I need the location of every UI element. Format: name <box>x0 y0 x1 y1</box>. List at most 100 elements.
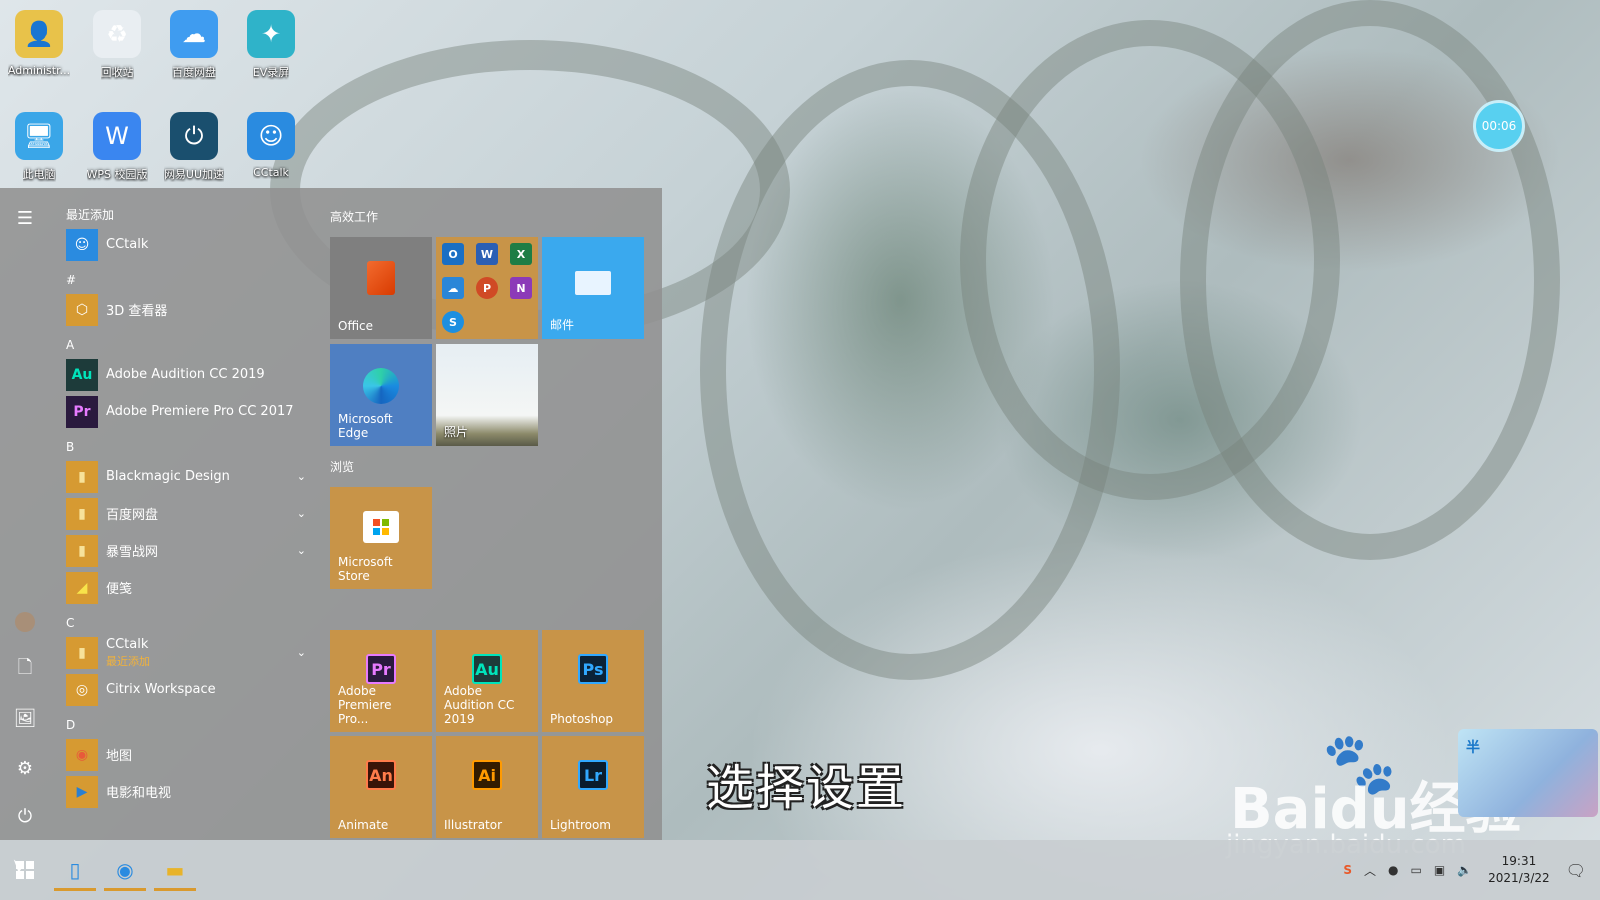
app-label: CCtalk 最近添加 <box>106 637 150 669</box>
section-letter[interactable]: # <box>58 263 314 291</box>
app-list-item[interactable]: ▮ 百度网盘 ⌄ <box>58 495 314 532</box>
app-name: 暴雪战网 <box>106 545 159 560</box>
video-subtitle: 选择设置 <box>706 760 907 816</box>
desktop-icon-label: 此电脑 <box>22 168 56 181</box>
app-name: Adobe Premiere Pro CC 2017 <box>106 404 294 419</box>
app-list-item[interactable]: ▮ CCtalk 最近添加 ⌄ <box>58 634 314 671</box>
chevron-down-icon[interactable]: ⌄ <box>297 507 306 520</box>
word-icon: W <box>476 243 498 265</box>
tile-label: Adobe Audition CC 2019 <box>444 684 515 726</box>
tile-label: 邮件 <box>550 318 575 332</box>
tile-store[interactable]: Microsoft Store <box>330 487 432 589</box>
app-list-item[interactable]: ▮ Blackmagic Design ⌄ <box>58 458 314 495</box>
desktop-icon-item[interactable]: ☺ CCtalk <box>232 102 310 188</box>
qq-icon[interactable]: ● <box>1388 863 1398 877</box>
documents-icon[interactable]: 🗋 <box>0 650 50 690</box>
section-letter[interactable]: A <box>58 328 314 356</box>
ev-recorder-icon: ✦ <box>247 10 295 58</box>
chevron-down-icon[interactable]: ⌄ <box>297 470 306 483</box>
taskbar-app-browser[interactable]: ◉ <box>100 849 150 891</box>
tile-label: Microsoft Edge <box>338 412 393 440</box>
citrix-icon: ◎ <box>66 673 98 706</box>
volume-icon[interactable]: 🔈 <box>1457 863 1472 877</box>
power-icon[interactable]: ⏻ <box>0 796 50 836</box>
app-list-item[interactable]: ⬡ 3D 查看器 <box>58 291 314 328</box>
tile-label: Photoshop <box>550 712 614 726</box>
tile-edge[interactable]: Microsoft Edge <box>330 344 432 446</box>
pictures-icon[interactable]: 🖼 <box>0 698 50 738</box>
animate-icon: An <box>366 760 396 790</box>
desktop-icon-item[interactable]: ⏻ 网易UU加速 <box>155 102 233 188</box>
wallpaper-ring <box>700 60 1120 680</box>
chevron-down-icon[interactable]: ⌄ <box>297 544 306 557</box>
app-label: 百度网盘 <box>106 504 158 523</box>
input-method-icon[interactable]: S <box>1343 863 1352 877</box>
photoshop-icon: Ps <box>578 654 608 684</box>
tile-photoshop[interactable]: Ps Photoshop <box>542 630 644 732</box>
powerpoint-icon: P <box>476 277 498 299</box>
app-list-item[interactable]: ◎ Citrix Workspace <box>58 671 314 708</box>
lightroom-icon: Lr <box>578 760 608 790</box>
desktop-icon-label: WPS 校园版 <box>86 168 148 181</box>
tile-office[interactable]: Office <box>330 237 432 339</box>
battery-icon[interactable]: ▭ <box>1411 863 1422 877</box>
tile-premiere[interactable]: Pr Adobe Premiere Pro... <box>330 630 432 732</box>
phone-icon: ▯ <box>69 858 81 882</box>
desktop-icon-item[interactable]: ✦ EV录屏 <box>232 0 310 86</box>
folder-icon: ▮ <box>66 460 98 493</box>
desktop-icon-item[interactable]: W WPS 校园版 <box>78 102 156 188</box>
desktop-icon-item[interactable]: 👤 Administr... <box>0 0 78 86</box>
app-label: 3D 查看器 <box>106 300 167 319</box>
desktop-icon-item[interactable]: 🖥 此电脑 <box>0 102 78 188</box>
app-list-item[interactable]: ☺ CCtalk <box>58 226 314 263</box>
chevron-up-icon[interactable]: ︿ <box>1364 862 1376 879</box>
section-letter[interactable]: D <box>58 708 314 736</box>
maps-icon: ◉ <box>66 738 98 771</box>
desktop-icon-item[interactable]: ☁ 百度网盘 <box>155 0 233 86</box>
folder-icon: ▮ <box>66 497 98 530</box>
recycle-bin-icon: ♻ <box>93 10 141 58</box>
desktop-icon-item[interactable]: ♻ 回收站 <box>78 0 156 86</box>
notification-icon[interactable]: 🗨 <box>1566 861 1586 880</box>
app-label: Adobe Premiere Pro CC 2017 <box>106 404 294 419</box>
tile-office-apps[interactable]: O W X ☁ P N S <box>436 237 538 339</box>
tile-illustrator[interactable]: Ai Illustrator <box>436 736 538 838</box>
section-letter[interactable]: B <box>58 430 314 458</box>
clock[interactable]: 19:31 2021/3/22 <box>1488 853 1550 887</box>
app-list-item[interactable]: ▶ 电影和电视 <box>58 773 314 810</box>
tile-animate[interactable]: An Animate <box>330 736 432 838</box>
wallpaper-ring <box>960 20 1340 500</box>
tile-lightroom[interactable]: Lr Lightroom <box>542 736 644 838</box>
wps-icon: W <box>93 112 141 160</box>
folder-icon: ▬ <box>165 858 185 882</box>
app-name: 3D 查看器 <box>106 304 168 319</box>
taskbar-app-phone[interactable]: ▯ <box>50 849 100 891</box>
section-letter[interactable]: C <box>58 606 314 634</box>
app-label: Blackmagic Design <box>106 469 230 484</box>
start-button[interactable] <box>0 849 50 891</box>
app-list-item[interactable]: Pr Adobe Premiere Pro CC 2017 <box>58 393 314 430</box>
corner-widget[interactable]: 半 <box>1458 729 1598 817</box>
app-name: CCtalk <box>106 237 149 252</box>
app-list-item[interactable]: Au Adobe Audition CC 2019 <box>58 356 314 393</box>
app-list-item[interactable]: ◉ 地图 <box>58 736 314 773</box>
premiere-icon: Pr <box>66 395 98 428</box>
tile-label: Adobe Premiere Pro... <box>338 684 392 726</box>
app-list: 最近添加 ☺ CCtalk # ⬡ 3D 查看器 A Au Adobe Audition CC… <box>58 204 314 840</box>
desktop-icon-label: 回收站 <box>100 66 134 79</box>
network-icon[interactable]: ▣ <box>1434 863 1445 877</box>
app-list-item[interactable]: ▮ 暴雪战网 ⌄ <box>58 532 314 569</box>
user-avatar[interactable] <box>0 602 50 642</box>
settings-icon[interactable]: ⚙ <box>0 748 50 788</box>
cctalk-icon: ☺ <box>66 228 98 261</box>
tile-audition[interactable]: Au Adobe Audition CC 2019 <box>436 630 538 732</box>
excel-icon: X <box>510 243 532 265</box>
tile-mail[interactable]: 邮件 <box>542 237 644 339</box>
taskbar-app-explorer[interactable]: ▬ <box>150 849 200 891</box>
chevron-down-icon[interactable]: ⌄ <box>297 646 306 659</box>
tile-label: Office <box>338 319 374 333</box>
onedrive-icon: ☁ <box>442 277 464 299</box>
menu-icon[interactable]: ☰ <box>0 198 50 238</box>
tile-photos[interactable]: 照片 <box>436 344 538 446</box>
app-list-item[interactable]: ◢ 便笺 <box>58 569 314 606</box>
